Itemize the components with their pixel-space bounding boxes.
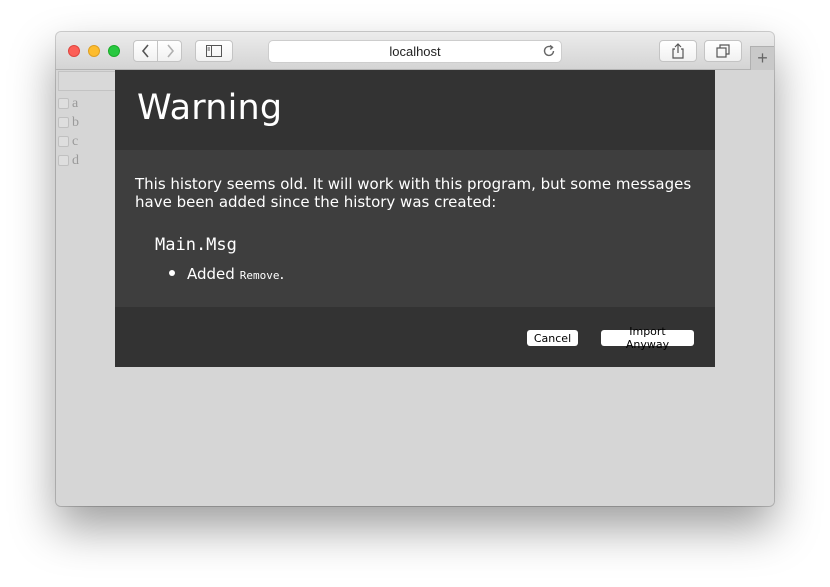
bullet-icon (169, 270, 175, 276)
minimize-window-button[interactable] (88, 45, 100, 57)
plus-icon: + (757, 48, 768, 68)
change-prefix: Added (187, 265, 235, 283)
list-item: b (58, 113, 79, 132)
dialog-footer: Cancel Import Anyway (115, 307, 715, 367)
forward-button[interactable] (157, 40, 182, 62)
list-item: d (58, 151, 79, 170)
tabs-icon (716, 44, 730, 58)
checkbox[interactable] (58, 136, 69, 147)
tabs-overview-button[interactable] (704, 40, 742, 62)
change-list-item: Added Remove . (169, 265, 284, 283)
chevron-right-icon (166, 44, 174, 58)
maximize-window-button[interactable] (108, 45, 120, 57)
sidebar-icon (206, 45, 222, 57)
address-url: localhost (389, 44, 441, 59)
cancel-button[interactable]: Cancel (527, 330, 578, 346)
dialog-body: This history seems old. It will work wit… (115, 150, 715, 307)
address-bar[interactable]: localhost (268, 40, 562, 63)
change-suffix: . (279, 265, 285, 283)
new-tab-button[interactable]: + (750, 46, 774, 70)
share-icon (672, 43, 684, 59)
checkbox[interactable] (58, 98, 69, 109)
browser-window: localhost + a b c d Warning This history… (56, 32, 774, 506)
checkbox[interactable] (58, 117, 69, 128)
close-window-button[interactable] (68, 45, 80, 57)
dialog-message: This history seems old. It will work wit… (135, 175, 692, 211)
dialog-header: Warning (115, 70, 715, 150)
chevron-left-icon (141, 44, 149, 58)
dialog-title: Warning (137, 88, 283, 128)
page-content: a b c d Warning This history seems old. … (56, 70, 774, 506)
browser-toolbar: localhost + (56, 32, 774, 70)
module-name: Main.Msg (155, 235, 237, 255)
item-label: d (72, 152, 79, 168)
item-label: c (72, 133, 79, 149)
back-button[interactable] (133, 40, 158, 62)
item-label: a (72, 95, 79, 111)
list-item: a (58, 94, 79, 113)
warning-dialog: Warning This history seems old. It will … (115, 70, 715, 367)
list-item: c (58, 132, 79, 151)
reload-icon[interactable] (542, 44, 556, 61)
checkbox-list: a b c d (58, 94, 79, 170)
item-label: b (72, 114, 79, 130)
text-input[interactable] (58, 71, 118, 91)
change-code: Remove (239, 269, 280, 282)
import-anyway-button[interactable]: Import Anyway (601, 325, 694, 351)
sidebar-toggle-button[interactable] (195, 40, 233, 62)
share-button[interactable] (659, 40, 697, 62)
checkbox[interactable] (58, 155, 69, 166)
